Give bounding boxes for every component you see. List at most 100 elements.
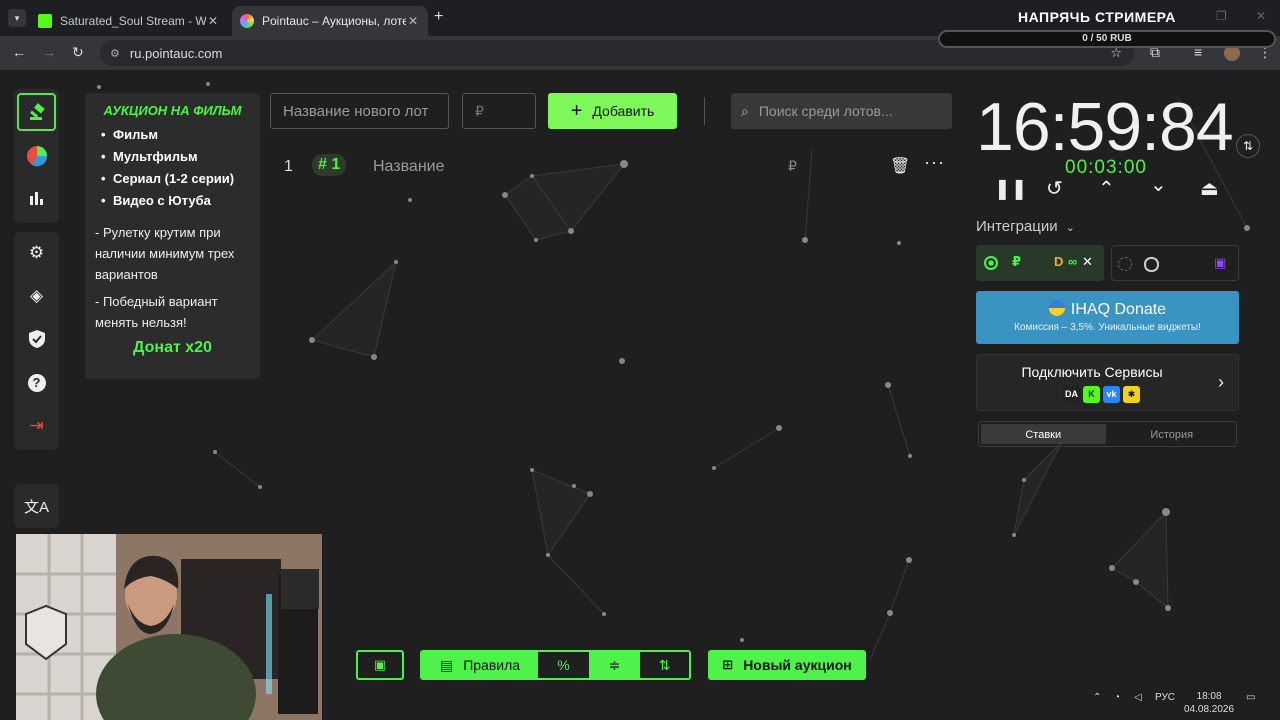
sidebar-shield-check-icon[interactable] xyxy=(17,320,56,358)
radio-on-icon[interactable] xyxy=(984,256,998,270)
add-lot-label: Добавить xyxy=(592,103,655,119)
lot-name-field[interactable]: Название xyxy=(373,158,445,176)
site-info-icon[interactable]: ⚙ xyxy=(110,47,120,60)
radio-off-icon[interactable] xyxy=(1118,257,1132,271)
add-lot-button[interactable]: + Добавить xyxy=(548,93,677,129)
taskbar-date: 04.08.2026 xyxy=(1184,704,1235,715)
lot-id-badge: # 1 xyxy=(312,154,347,176)
sidebar-logout-icon[interactable]: ⇥ xyxy=(17,407,56,445)
connect-services-card[interactable]: Подключить Сервисы DA K vk ✱ › xyxy=(976,354,1239,411)
notifications-icon[interactable]: ▭ xyxy=(1246,692,1255,703)
delete-lot-trash-icon[interactable]: 🗑 xyxy=(890,156,910,176)
taskbar-clock[interactable]: 18:08 04.08.2026 xyxy=(1184,690,1234,716)
sidebar-settings-gear-icon[interactable]: ⚙ xyxy=(17,234,56,272)
list-item: Сериал (1-2 серии) xyxy=(101,168,250,190)
sidebar-layers-icon[interactable]: ◈ xyxy=(17,277,56,315)
tray-chevron-up-icon[interactable]: ⌃ xyxy=(1093,692,1101,703)
pause-icon[interactable]: ❚❚ xyxy=(994,176,1028,201)
auction-rules-card: АУКЦИОН НА ФИЛЬМ Фильм Мультфильм Сериал… xyxy=(85,93,260,379)
integration-card-inactive[interactable]: ▣ xyxy=(1111,245,1239,281)
integrations-dropdown[interactable]: Интеграции ⌄ xyxy=(976,218,1075,235)
decrease-time-chevron-down-icon[interactable]: ⌄ xyxy=(1150,172,1167,197)
x-icon: ✕ xyxy=(1082,254,1093,269)
plus-icon: + xyxy=(570,99,583,122)
percent-button[interactable]: % xyxy=(538,652,589,678)
rules-label: Правила xyxy=(463,657,521,673)
lot-row: 1 # 1 Название ₽ 🗑 ··· xyxy=(270,150,952,182)
boosty-icon: ✱ xyxy=(1123,386,1140,403)
close-tab-icon[interactable]: ✕ xyxy=(206,14,220,28)
save-floppy-icon: ▣ xyxy=(373,657,387,672)
list-item: Мультфильм xyxy=(101,146,250,168)
twitch-icon: ▣ xyxy=(1214,255,1227,270)
stream-overlay-title: НАПРЯЧЬ СТРИМЕРА xyxy=(1018,9,1176,25)
split-even-button[interactable]: ≑ xyxy=(589,652,640,678)
url-text: ru.pointauc.com xyxy=(129,45,223,61)
new-auction-label: Новый аукцион xyxy=(743,657,852,673)
rules-list-icon: ▤ xyxy=(439,656,454,673)
lot-more-menu-icon[interactable]: ··· xyxy=(924,152,945,173)
new-auction-icon: ⊞ xyxy=(722,657,734,672)
tab-bids[interactable]: Ставки xyxy=(981,424,1106,444)
forward-arrow-icon[interactable]: → xyxy=(42,44,56,60)
sidebar-translate-icon[interactable]: 文A xyxy=(17,487,56,525)
integration-card-active[interactable]: ₽ D ∞ ✕ xyxy=(976,245,1104,281)
new-auction-button[interactable]: ⊞ Новый аукцион xyxy=(708,650,866,680)
auction-timer-clock: 16:59:84 xyxy=(976,89,1234,165)
webcam-overlay xyxy=(16,534,322,720)
donationalerts-icon: DA xyxy=(1063,386,1080,403)
webcam-video-image xyxy=(16,534,322,720)
volume-icon[interactable]: ◁ xyxy=(1134,692,1142,703)
vk-icon: vk xyxy=(1103,386,1120,403)
ihaq-title: IHAQ Donate xyxy=(976,300,1239,319)
new-lot-name-input[interactable] xyxy=(270,93,449,129)
lot-amount-field[interactable]: ₽ xyxy=(788,158,797,175)
auction-controls-group: ▤ Правила % ≑ ⇅ xyxy=(420,650,691,680)
rules-card-title: АУКЦИОН НА ФИЛЬМ xyxy=(103,103,242,118)
new-lot-price-input[interactable] xyxy=(462,93,536,129)
kick-icon: K xyxy=(1083,386,1100,403)
double-up-icon[interactable]: ⏏ xyxy=(1200,176,1219,201)
close-tab-icon[interactable]: ✕ xyxy=(406,14,420,28)
browser-tab-kick[interactable]: Saturated_Soul Stream - Watch ✕ xyxy=(30,6,228,36)
pointauc-ruble-icon: ₽ xyxy=(1012,254,1022,269)
sidebar-auction-gavel-icon[interactable] xyxy=(17,93,56,131)
sidebar-wheel-pie-icon[interactable] xyxy=(17,137,56,175)
percent-label: % xyxy=(557,657,570,673)
close-window-icon[interactable]: ✕ xyxy=(1256,9,1266,23)
new-tab-plus-icon[interactable]: + xyxy=(434,8,443,26)
lot-index: 1 xyxy=(284,158,293,175)
sidebar-settings-group: ⚙ ◈ ? ⇥ xyxy=(14,232,59,450)
ihaq-logo-icon xyxy=(1048,300,1065,316)
back-arrow-icon[interactable]: ← xyxy=(12,44,26,60)
sort-arrows-icon: ⇅ xyxy=(658,656,671,673)
lot-search-input[interactable]: ⌕ Поиск среди лотов... xyxy=(731,93,952,129)
sidebar-help-question-icon[interactable]: ? xyxy=(17,364,56,402)
tab-list-chevron-icon[interactable]: ▾ xyxy=(8,9,26,27)
sort-button[interactable]: ⇅ xyxy=(640,652,689,678)
search-icon: ⌕ xyxy=(741,102,749,119)
chevron-down-icon: ⌄ xyxy=(1065,222,1076,234)
keyboard-language[interactable]: РУС xyxy=(1155,692,1175,703)
increase-time-chevron-up-icon[interactable]: ⌃ xyxy=(1098,176,1115,201)
sidebar-main-group xyxy=(14,89,59,223)
save-floppy-button[interactable]: ▣ xyxy=(356,650,404,680)
tab-title: Pointauc – Аукционы, лотереи xyxy=(262,14,406,28)
rules-button[interactable]: ▤ Правила xyxy=(422,652,538,678)
kick-favicon-icon xyxy=(38,14,52,28)
chevron-right-icon: › xyxy=(1218,372,1224,392)
wifi-icon[interactable]: ◔ xyxy=(1114,692,1120,703)
reset-timer-icon[interactable]: ↺ xyxy=(1046,176,1063,201)
tab-history[interactable]: История xyxy=(1110,424,1235,444)
reload-icon[interactable]: ↻ xyxy=(72,44,84,61)
ihaq-donate-banner[interactable]: IHAQ Donate Комиссия – 3,5%. Уникальные … xyxy=(976,291,1239,344)
rules-note: - Рулетку крутим при наличии минимум тре… xyxy=(95,225,235,282)
swap-arrows-icon[interactable]: ⇅ xyxy=(1236,134,1260,158)
pointauc-favicon-icon xyxy=(240,14,254,28)
restore-window-icon[interactable]: ❐ xyxy=(1216,9,1227,23)
list-item: Видео с Ютуба xyxy=(101,190,250,212)
ihaq-subtitle: Комиссия – 3,5%. Уникальные виджеты! xyxy=(1014,322,1201,333)
browser-tab-pointauc[interactable]: Pointauc – Аукционы, лотереи ✕ xyxy=(232,6,428,36)
sidebar-stats-bar-chart-icon[interactable] xyxy=(17,179,56,217)
loading-ring-icon xyxy=(1144,257,1159,272)
